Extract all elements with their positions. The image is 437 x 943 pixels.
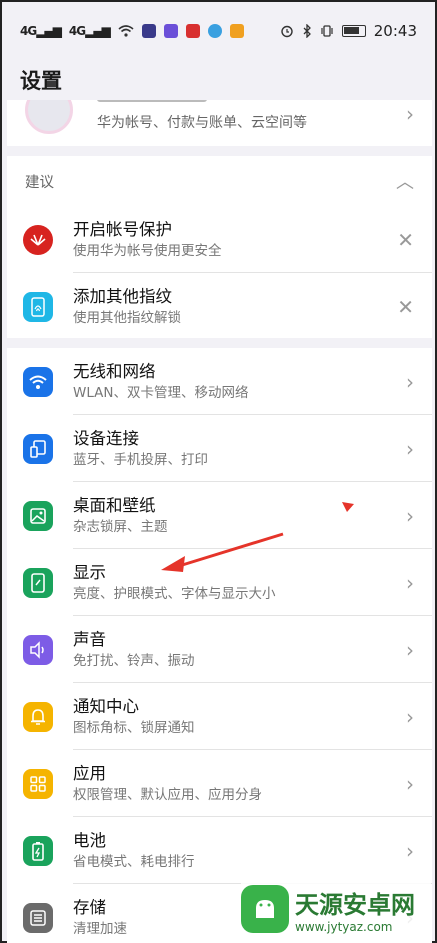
chevron-right-icon: › (406, 637, 414, 662)
item-subtitle: 权限管理、默认应用、应用分身 (73, 786, 262, 803)
status-bar: 4G▂▄▆ 4G▂▄▆ 20:43 (2, 2, 435, 60)
item-subtitle: WLAN、双卡管理、移动网络 (73, 384, 249, 401)
settings-item-battery[interactable]: 电池 省电模式、耗电排行 › (7, 817, 432, 884)
item-subtitle: 清理加速 (73, 920, 127, 937)
suggestion-item-account-protect[interactable]: 开启帐号保护 使用华为帐号使用更安全 ✕ (7, 206, 432, 273)
account-name-clipped (97, 100, 207, 102)
clock: 20:43 (373, 22, 417, 40)
settings-item-apps[interactable]: 应用 权限管理、默认应用、应用分身 › (7, 750, 432, 817)
chevron-right-icon: › (406, 503, 414, 528)
settings-item-notifications[interactable]: 通知中心 图标角标、锁屏通知 › (7, 683, 432, 750)
item-subtitle: 杂志锁屏、主题 (73, 518, 168, 535)
chevron-right-icon: › (406, 436, 414, 461)
chevron-right-icon: › (406, 771, 414, 796)
account-subtitle: 华为帐号、付款与账单、云空间等 (97, 115, 307, 131)
sound-icon (23, 634, 53, 665)
display-icon (23, 567, 53, 598)
item-subtitle: 使用其他指纹解锁 (73, 309, 181, 326)
wifi-icon (118, 25, 134, 37)
app-icon (229, 24, 244, 38)
settings-item-device-connection[interactable]: 设备连接 蓝牙、手机投屏、打印 › (7, 415, 432, 482)
device-icon (23, 433, 53, 464)
chevron-right-icon: › (406, 570, 414, 595)
battery-icon (23, 835, 53, 866)
signal-icon: 4G▂▄▆ (20, 24, 62, 38)
item-title: 通知中心 (73, 696, 139, 716)
item-title: 电池 (73, 830, 106, 850)
annotation-arrow (161, 532, 284, 572)
item-title: 桌面和壁纸 (73, 495, 156, 515)
chevron-up-icon[interactable]: ︿ (396, 168, 414, 194)
fingerprint-icon (23, 291, 53, 322)
item-title: 无线和网络 (73, 361, 156, 381)
watermark-url: www.jytyaz.com (295, 919, 393, 934)
annotation-marker (342, 502, 354, 512)
app-icon (207, 24, 222, 38)
chevron-right-icon: › (406, 838, 414, 863)
suggestion-item-fingerprint[interactable]: 添加其他指纹 使用其他指纹解锁 ✕ (7, 273, 432, 340)
settings-item-sound[interactable]: 声音 免打扰、铃声、振动 › (7, 616, 432, 683)
section-label: 建议 (25, 174, 54, 191)
vibrate-icon (320, 24, 334, 38)
item-title: 开启帐号保护 (73, 219, 172, 239)
app-icon (141, 24, 156, 38)
item-title: 应用 (73, 763, 106, 783)
watermark-name: 天源安卓网 (295, 890, 415, 919)
page-title: 设置 (20, 69, 62, 93)
suggestion-card: 建议 ︿ 开启帐号保护 使用华为帐号使用更安全 ✕ 添加其他指纹 使用其他指纹解… (7, 156, 432, 338)
item-title: 设备连接 (73, 428, 139, 448)
close-icon[interactable]: ✕ (397, 295, 414, 319)
bluetooth-icon (302, 24, 312, 38)
item-subtitle: 使用华为帐号使用更安全 (73, 242, 222, 259)
item-title: 添加其他指纹 (73, 286, 172, 306)
settings-item-wireless[interactable]: 无线和网络 WLAN、双卡管理、移动网络 › (7, 348, 432, 415)
item-subtitle: 省电模式、耗电排行 (73, 853, 195, 870)
chevron-right-icon: › (406, 369, 414, 394)
item-subtitle: 免打扰、铃声、振动 (73, 652, 195, 669)
wallpaper-icon (23, 500, 53, 531)
alarm-icon (280, 24, 294, 38)
chevron-right-icon: › (406, 102, 414, 126)
avatar (25, 100, 73, 134)
watermark: 天源安卓网 www.jytyaz.com (241, 879, 431, 939)
bell-icon (23, 701, 53, 732)
item-subtitle: 图标角标、锁屏通知 (73, 719, 195, 736)
item-subtitle: 亮度、护眼模式、字体与显示大小 (73, 585, 276, 602)
item-subtitle: 蓝牙、手机投屏、打印 (73, 451, 208, 468)
storage-icon (23, 902, 53, 933)
item-title: 存储 (73, 897, 106, 917)
chevron-right-icon: › (406, 704, 414, 729)
huawei-icon (23, 224, 53, 255)
app-icon (163, 24, 178, 38)
settings-list: 无线和网络 WLAN、双卡管理、移动网络 › 设备连接 蓝牙、手机投屏、打印 ›… (7, 348, 432, 943)
battery-icon (341, 25, 366, 37)
app-icon (185, 24, 200, 38)
wifi-icon (23, 366, 53, 397)
signal-icon: 4G▂▄▆ (68, 24, 111, 38)
suggestion-header[interactable]: 建议 ︿ (7, 156, 432, 206)
apps-icon (23, 768, 53, 799)
item-title: 声音 (73, 629, 106, 649)
close-icon[interactable]: ✕ (397, 228, 414, 252)
android-logo-icon (241, 885, 289, 933)
account-card[interactable]: 华为帐号、付款与账单、云空间等 › (7, 100, 432, 146)
